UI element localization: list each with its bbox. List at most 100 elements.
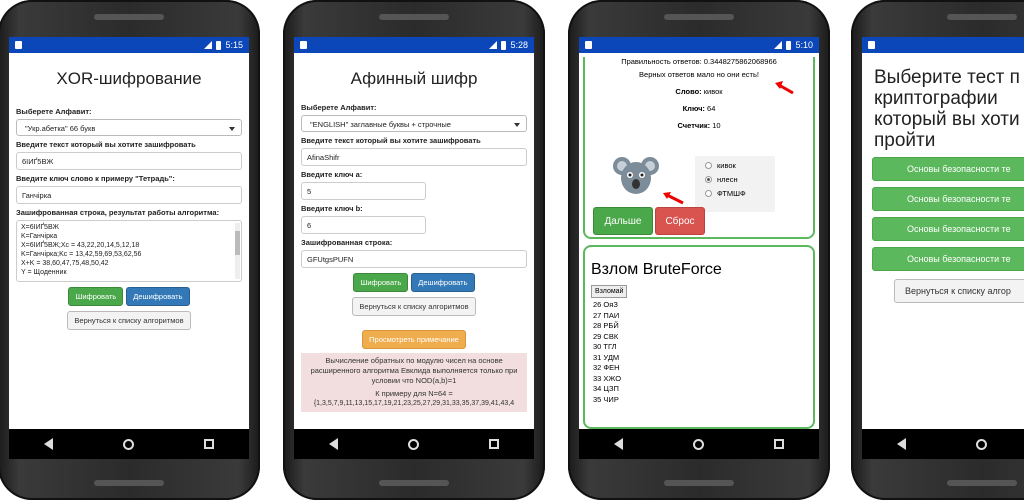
result-textarea[interactable]: X=6ІИҐ5ВЖ K=Ганчірка X=6ІИҐ5ВЖ;Xc = 43,2… xyxy=(16,220,242,282)
result-line: Y = Щоденник xyxy=(21,269,67,276)
text-label: Введите текст который вы хотите зашифров… xyxy=(301,136,481,145)
back-to-list-button[interactable]: Вернуться к списку алгоритмов xyxy=(67,311,191,330)
key-b-label: Введите ключ b: xyxy=(301,204,363,213)
key-b-input[interactable]: 6 xyxy=(301,216,426,234)
recents-icon[interactable] xyxy=(204,439,214,449)
option-row[interactable]: кивок xyxy=(705,161,775,170)
back-icon[interactable] xyxy=(614,438,623,450)
key-input[interactable]: Ганчірка xyxy=(16,186,242,204)
home-icon[interactable] xyxy=(976,438,987,450)
result-input[interactable]: GFUtgsPUFN xyxy=(301,250,527,268)
battery-icon xyxy=(216,40,222,50)
phone-quiz: 5:10 Правильность ответов: 0.34482758620… xyxy=(568,0,830,500)
screen-xor: 5:15 XOR-шифрование Выберете Алфавит: "У… xyxy=(9,37,249,429)
option-label: кивок xyxy=(717,161,736,170)
next-button[interactable]: Дальше xyxy=(593,207,653,235)
radio-icon[interactable] xyxy=(705,176,712,183)
bruteforce-panel: Взлом BruteForce Взломай 26 ОяЗ 27 ПАИ 2… xyxy=(583,245,815,429)
list-item: 30 ТГЛ xyxy=(593,342,617,351)
status-bar: 5:28 xyxy=(294,37,534,53)
list-item: 34 ЦЗП xyxy=(593,384,619,393)
battery-icon xyxy=(501,40,507,50)
phone-tests: Выберите тест п криптографии который вы … xyxy=(851,0,1024,500)
radio-icon[interactable] xyxy=(705,190,712,197)
result-line: K=Ганчірка xyxy=(21,233,58,240)
result-label: Зашифрованная строка: xyxy=(301,238,393,247)
nav-bar xyxy=(862,429,1024,459)
view-note-button[interactable]: Просмотреть примечание xyxy=(362,330,466,349)
screenshot-collage: 5:15 XOR-шифрование Выберете Алфавит: "У… xyxy=(0,0,1024,500)
text-label: Введите текст который вы хотите зашифров… xyxy=(16,140,196,149)
encrypt-button[interactable]: Шифровать xyxy=(353,273,409,292)
bruteforce-title: Взлом BruteForce xyxy=(591,261,722,278)
recents-icon[interactable] xyxy=(489,439,499,449)
crack-button[interactable]: Взломай xyxy=(591,285,628,298)
nav-bar xyxy=(579,429,819,459)
status-bar: 5:10 xyxy=(579,37,819,53)
sd-card-icon xyxy=(585,41,592,49)
test-button[interactable]: Основы безопасности те xyxy=(872,187,1024,211)
scrollbar[interactable] xyxy=(235,223,240,279)
answer-options: кивок нлесн ФТМШФ xyxy=(695,156,775,212)
back-to-list-button[interactable]: Вернуться к списку алгор xyxy=(894,279,1024,303)
key-a-label: Введите ключ a: xyxy=(301,170,363,179)
result-line: K=Ганчірка;Kc = 13,42,59,69,53,62,56 xyxy=(21,251,142,258)
page-title: Выберите тест п криптографии который вы … xyxy=(862,53,1024,151)
nav-bar xyxy=(294,429,534,459)
encrypt-button[interactable]: Шифровать xyxy=(68,287,124,306)
list-item: 28 РБЙ xyxy=(593,321,619,330)
option-row[interactable]: ФТМШФ xyxy=(705,189,775,198)
result-line: X=6ІИҐ5ВЖ;Xc = 43,22,20,14,5,12,18 xyxy=(21,242,140,249)
home-icon[interactable] xyxy=(408,438,419,450)
title-line: который вы хоти xyxy=(874,109,1020,130)
text-input[interactable]: 6ІИҐ5ВЖ xyxy=(16,152,242,170)
back-to-list-button[interactable]: Вернуться к списку алгоритмов xyxy=(352,297,476,316)
list-item: 26 ОяЗ xyxy=(593,300,618,309)
home-icon[interactable] xyxy=(693,438,704,450)
signal-icon xyxy=(774,41,783,49)
list-item: 27 ПАИ xyxy=(593,310,620,320)
result-label: Зашифрованная строка, результат работы а… xyxy=(16,208,220,217)
list-item: 33 ХЖО xyxy=(593,373,622,383)
back-icon[interactable] xyxy=(897,438,906,450)
alphabet-select-value: "Укр.абетка" 66 букв xyxy=(25,124,96,133)
text-input[interactable]: AfinaShifr xyxy=(301,148,527,166)
home-icon[interactable] xyxy=(123,438,134,450)
list-item: 29 СВК xyxy=(593,331,619,341)
counter-row: Счетчик: 10 xyxy=(585,121,813,130)
back-icon[interactable] xyxy=(44,438,53,450)
counter-label: Счетчик: xyxy=(677,121,711,130)
screen-quiz: 5:10 Правильность ответов: 0.34482758620… xyxy=(579,37,819,429)
option-row[interactable]: нлесн xyxy=(705,175,775,184)
screen-affine: 5:28 Афинный шифр Выберете Алфавит: "ENG… xyxy=(294,37,534,429)
test-button[interactable]: Основы безопасности те xyxy=(872,217,1024,241)
signal-icon xyxy=(489,41,498,49)
decrypt-button[interactable]: Дешифровать xyxy=(411,273,475,292)
key-a-input[interactable]: 5 xyxy=(301,182,426,200)
recents-icon[interactable] xyxy=(774,439,784,449)
back-icon[interactable] xyxy=(329,438,338,450)
alphabet-select[interactable]: "ENGLISH" заглавные буквы + строчные xyxy=(301,115,527,132)
key-row: Ключ: 64 xyxy=(585,104,813,113)
alphabet-label: Выберете Алфавит: xyxy=(301,103,377,112)
alphabet-select[interactable]: "Укр.абетка" 66 букв xyxy=(16,119,242,136)
accuracy-text: Правильность ответов: 0.3448275862068966 xyxy=(621,57,777,66)
list-item: 32 ФЕН xyxy=(593,363,620,372)
reset-button[interactable]: Сброс xyxy=(655,207,705,235)
decrypt-button[interactable]: Дешифровать xyxy=(126,287,190,306)
counter-value: 10 xyxy=(712,121,721,130)
signal-icon xyxy=(204,41,213,49)
speaker-bottom xyxy=(94,480,164,486)
status-bar xyxy=(862,37,1024,53)
test-button[interactable]: Основы безопасности те xyxy=(872,247,1024,271)
radio-icon[interactable] xyxy=(705,162,712,169)
test-button[interactable]: Основы безопасности те xyxy=(872,157,1024,181)
quiz-panel: Правильность ответов: 0.3448275862068966… xyxy=(583,57,815,239)
chevron-down-icon xyxy=(229,127,235,131)
result-line: X=6ІИҐ5ВЖ xyxy=(21,224,59,231)
result-line: X+K = 38,60,47,75,48,50,42 xyxy=(21,260,109,267)
red-arrow-icon xyxy=(663,192,684,205)
page-title: Афинный шифр xyxy=(350,69,478,88)
note-example: К примеру для N=64 = xyxy=(375,389,453,398)
chevron-down-icon xyxy=(514,123,520,127)
